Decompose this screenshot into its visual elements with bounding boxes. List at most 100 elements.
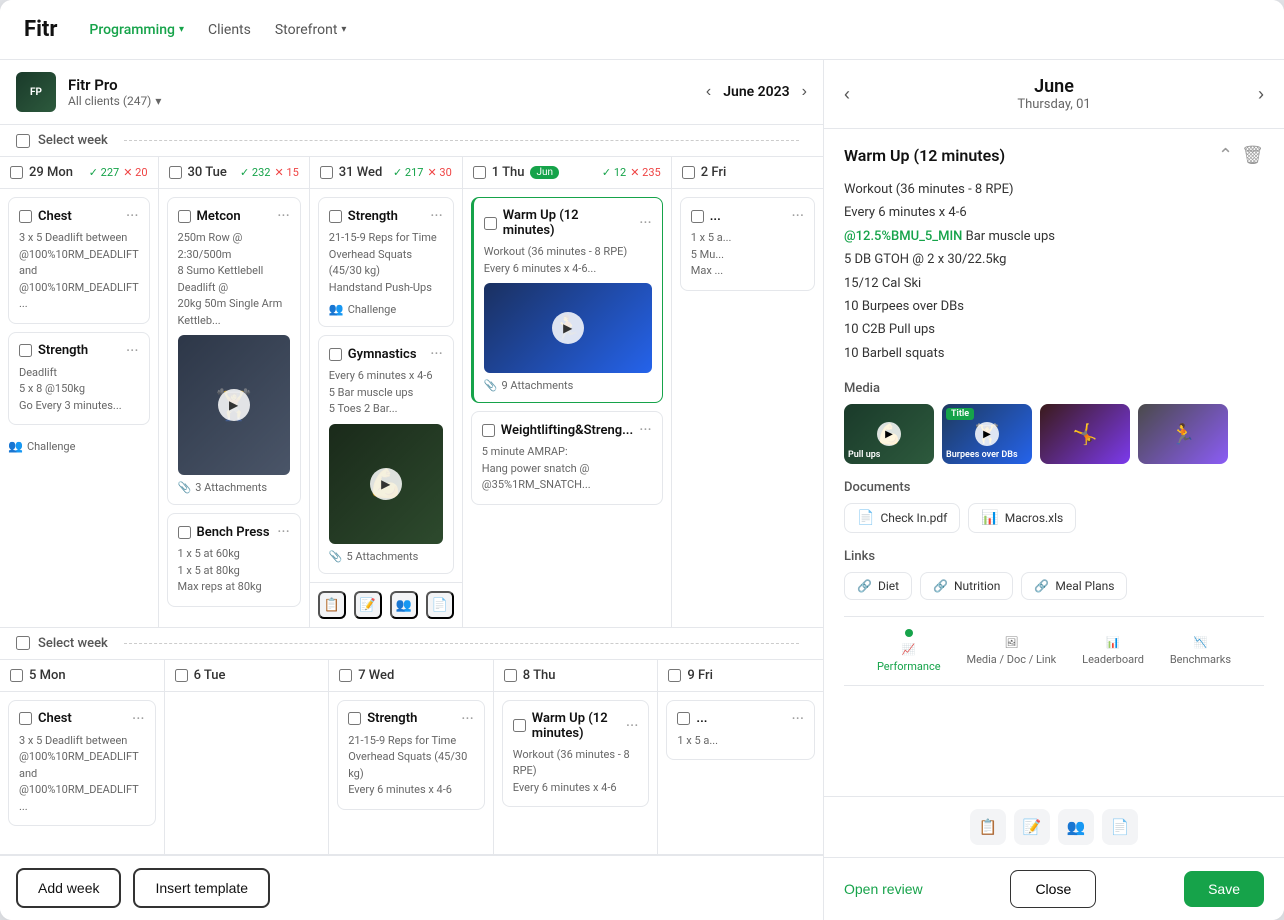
select-week-checkbox-2[interactable] [16,636,30,650]
workout-card-gymnastics[interactable]: Gymnastics ··· Every 6 minutes x 4-65 Ba… [318,335,454,574]
link-chip-mealplans[interactable]: 🔗 Meal Plans [1021,572,1127,600]
tab-media-doc-link[interactable]: 🖼 Media / Doc / Link [966,636,1056,666]
open-review-button[interactable]: Open review [844,881,923,897]
workout-card-warmup1[interactable]: Warm Up (12 minutes) ··· Workout (36 min… [471,197,663,403]
more-options-icon[interactable]: ··· [430,346,443,362]
media-thumb-2[interactable]: 🏋️ Title ▶ Burpees over DBs [942,404,1032,464]
day-checkbox-thu1[interactable] [473,166,486,179]
close-button[interactable]: Close [1010,870,1096,908]
workout-card-strength1[interactable]: Strength ··· Deadlift5 x 8 @150kgGo Ever… [8,332,150,426]
right-footer-icon-1[interactable]: 📋 [970,809,1006,845]
media-thumb-3[interactable]: 🤸 [1040,404,1130,464]
card-checkbox[interactable] [348,712,361,725]
footer-icon-3[interactable]: 👥 [390,591,418,619]
media-thumb-1[interactable]: 💪 ▶ Pull ups [844,404,934,464]
play-button[interactable]: ▶ [370,468,402,500]
delete-button[interactable]: 🗑 [1241,145,1264,166]
more-options-icon[interactable]: ··· [626,718,639,734]
card-checkbox[interactable] [329,348,342,361]
footer-icon-1[interactable]: 📋 [318,591,346,619]
tab-performance[interactable]: 📈 Performance [877,629,941,673]
workout-card-metcon1[interactable]: Metcon ··· 250m Row @ 2:30/500m8 Sumo Ke… [167,197,301,505]
workout-card-weightlifting[interactable]: Weightlifting&Streng... ··· 5 minute AMR… [471,411,663,505]
link-chip-diet[interactable]: 🔗 Diet [844,572,912,600]
more-options-icon[interactable]: ··· [430,208,443,224]
card-checkbox[interactable] [482,424,495,437]
insert-template-button[interactable]: Insert template [133,868,270,908]
workout-card-warmup2[interactable]: Warm Up (12 minutes) ··· Workout (36 min… [502,700,650,808]
day-cards-wed7: Strength ··· 21-15-9 Reps for TimeOverhe… [329,692,493,855]
more-options-icon[interactable]: ··· [639,215,652,231]
card-checkbox[interactable] [677,712,690,725]
right-footer-icon-2[interactable]: 📝 [1014,809,1050,845]
challenge-tag[interactable]: 👥 Challenge [329,302,443,316]
day-checkbox-tue6[interactable] [175,669,188,682]
more-options-icon[interactable]: ··· [132,711,145,727]
more-options-icon[interactable]: ··· [126,343,139,359]
select-week-checkbox-1[interactable] [16,134,30,148]
more-options-icon[interactable]: ··· [277,524,290,540]
link-label: Nutrition [954,579,1000,593]
footer-icon-4[interactable]: 📄 [426,591,454,619]
nav-item-programming[interactable]: Programming ▾ [89,22,184,38]
day-checkbox-tue30[interactable] [169,166,182,179]
more-options-icon[interactable]: ··· [277,208,290,224]
more-options-icon[interactable]: ··· [791,711,804,727]
doc-chip-macros[interactable]: 📊 Macros.xls [968,503,1076,533]
card-checkbox[interactable] [329,210,342,223]
more-options-icon[interactable]: ··· [126,208,139,224]
more-options-icon[interactable]: ··· [639,422,652,438]
next-day-button[interactable]: › [1258,84,1264,105]
day-checkbox-mon29[interactable] [10,166,23,179]
workout-card-strength3[interactable]: Strength ··· 21-15-9 Reps for TimeOverhe… [337,700,485,810]
challenge-tag[interactable]: 👥 Challenge [8,439,150,453]
card-checkbox[interactable] [178,210,191,223]
workout-card-fri2a[interactable]: ... ··· 1 x 5 a...5 Mu...Max ... [680,197,815,291]
right-footer-icon-3[interactable]: 👥 [1058,809,1094,845]
nav-item-clients[interactable]: Clients [208,22,251,38]
day-checkbox-mon5[interactable] [10,669,23,682]
media-thumb-4[interactable]: 🏃 [1138,404,1228,464]
day-checkbox-wed31[interactable] [320,166,333,179]
card-checkbox[interactable] [178,526,191,539]
day-checkbox-fri2[interactable] [682,166,695,179]
day-checkbox-thu8[interactable] [504,669,517,682]
add-week-button[interactable]: Add week [16,868,121,908]
card-checkbox[interactable] [513,719,526,732]
workout-desc: Workout (36 minutes - 8 RPE)Every 6 minu… [513,747,639,797]
day-checkbox-fri9[interactable] [668,669,681,682]
collapse-button[interactable]: ⌃ [1218,145,1233,166]
card-checkbox[interactable] [484,217,497,230]
workout-card-fri9a[interactable]: ... ··· 1 x 5 a... [666,700,815,761]
tab-benchmarks[interactable]: 📉 Benchmarks [1170,636,1231,666]
card-checkbox[interactable] [691,210,704,223]
day-col-tue30: 30 Tue ✓ 232 ✕ 15 Metcon [159,157,310,627]
card-checkbox[interactable] [19,344,32,357]
media-play-2[interactable]: ▶ [975,422,999,446]
day-checkbox-wed7[interactable] [339,669,352,682]
prev-month-button[interactable]: ‹ [706,83,711,101]
tab-leaderboard[interactable]: 📊 Leaderboard [1082,636,1144,666]
play-button[interactable]: ▶ [552,312,584,344]
profile-sub[interactable]: All clients (247) ▾ [68,94,694,108]
documents-section: Documents 📄 Check In.pdf 📊 Macros.xls [844,480,1264,533]
media-play-1[interactable]: ▶ [877,422,901,446]
right-footer-icon-4[interactable]: 📄 [1102,809,1138,845]
play-button[interactable]: ▶ [218,389,250,421]
next-month-button[interactable]: › [802,83,807,101]
nav-item-storefront[interactable]: Storefront ▾ [275,22,347,38]
doc-chip-checkin[interactable]: 📄 Check In.pdf [844,503,960,533]
workout-card-chest2[interactable]: Chest ··· 3 x 5 Deadlift between@100%10R… [8,700,156,827]
footer-icon-2[interactable]: 📝 [354,591,382,619]
link-chip-nutrition[interactable]: 🔗 Nutrition [920,572,1013,600]
workout-card-strength2[interactable]: Strength ··· 21-15-9 Reps for TimeOverhe… [318,197,454,327]
day-name-fri9: 9 Fri [687,668,713,683]
workout-card-benchpress[interactable]: Bench Press ··· 1 x 5 at 60kg1 x 5 at 80… [167,513,301,607]
save-button[interactable]: Save [1184,871,1264,907]
card-checkbox[interactable] [19,210,32,223]
more-options-icon[interactable]: ··· [461,711,474,727]
more-options-icon[interactable]: ··· [791,208,804,224]
profile-name: Fitr Pro [68,76,694,94]
card-checkbox[interactable] [19,712,32,725]
workout-card-chest1[interactable]: Chest ··· 3 x 5 Deadlift between@100%10R… [8,197,150,324]
